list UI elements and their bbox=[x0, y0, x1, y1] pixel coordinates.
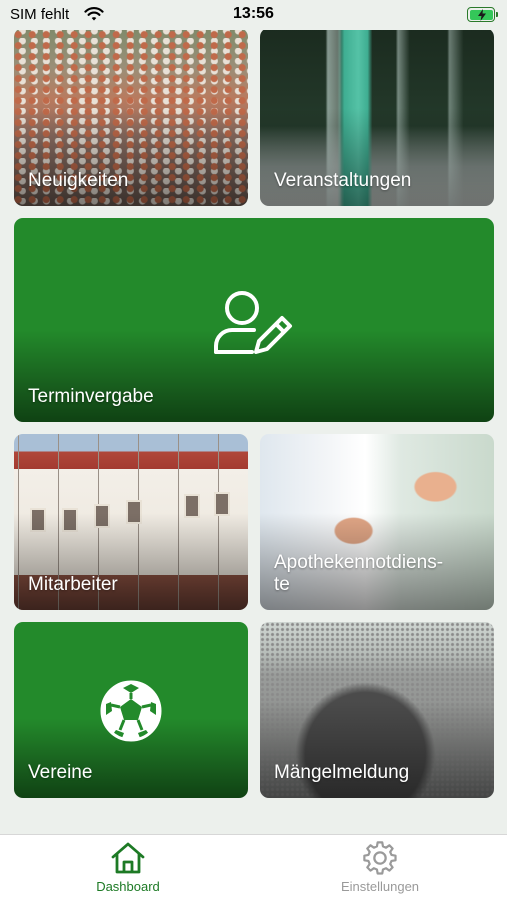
tile-clubs[interactable]: Vereine bbox=[14, 622, 248, 798]
tile-news[interactable]: Neuigkeiten bbox=[14, 28, 248, 206]
user-edit-icon bbox=[214, 291, 292, 354]
tile-pharmacy-label: Apothekennotdiens- te bbox=[274, 552, 444, 595]
tab-dashboard[interactable]: Dashboard bbox=[58, 841, 198, 894]
tile-appointment[interactable]: Terminvergabe bbox=[14, 218, 494, 422]
tile-pharmacy[interactable]: Apothekennotdiens- te bbox=[260, 434, 494, 610]
tile-clubs-label: Vereine bbox=[28, 762, 93, 783]
tile-events-label: Veranstaltungen bbox=[274, 170, 412, 191]
tile-defects[interactable]: Mängelmeldung bbox=[260, 622, 494, 798]
home-icon bbox=[111, 842, 145, 874]
clock: 13:56 bbox=[233, 5, 274, 22]
status-bar: SIM fehlt 13:56 bbox=[0, 0, 507, 30]
tile-defects-label: Mängelmeldung bbox=[274, 762, 410, 783]
tab-settings-label: Einstellungen bbox=[340, 879, 420, 894]
gear-icon bbox=[363, 841, 397, 875]
battery-charging-icon bbox=[467, 7, 498, 22]
football-icon bbox=[100, 680, 162, 742]
tab-dashboard-label: Dashboard bbox=[96, 879, 160, 894]
tile-staff[interactable]: Mitarbeiter bbox=[14, 434, 248, 610]
tile-news-label: Neuigkeiten bbox=[28, 170, 129, 191]
tab-settings[interactable]: Einstellungen bbox=[310, 841, 450, 894]
tile-staff-label: Mitarbeiter bbox=[28, 574, 118, 595]
tab-bar: Dashboard Einstellungen bbox=[0, 834, 507, 900]
tile-appointment-label: Terminvergabe bbox=[28, 386, 154, 407]
tile-events[interactable]: Veranstaltungen bbox=[260, 28, 494, 206]
